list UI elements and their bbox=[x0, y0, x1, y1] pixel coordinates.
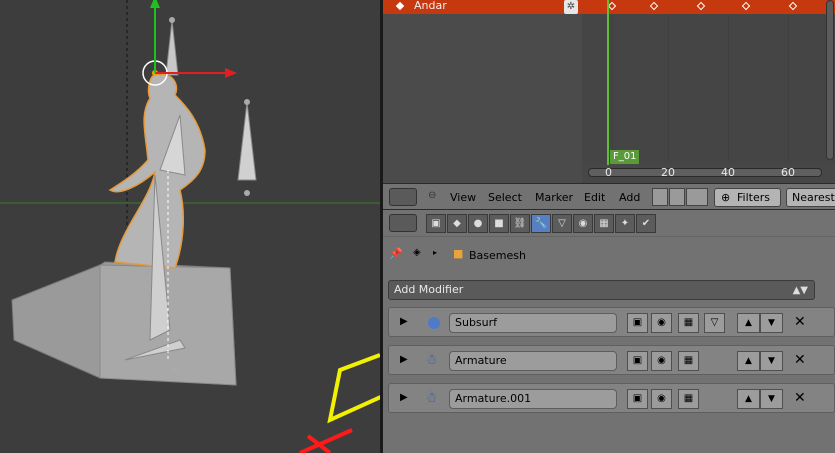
camera-icon[interactable]: ▣ bbox=[627, 313, 648, 333]
modifier-panel-armature-001[interactable]: ▶ ☃ Armature.001 ▣ ◉ ▦ ▲ ▼ ✕ bbox=[388, 383, 835, 413]
frame-ruler[interactable]: 0 20 40 60 bbox=[582, 164, 835, 183]
channel-region: Andar ✲ bbox=[383, 0, 582, 183]
eye-icon[interactable]: ◉ bbox=[651, 351, 672, 371]
menu-view[interactable]: View bbox=[450, 191, 476, 204]
properties-editor[interactable]: ▣ ◆ ● ■ ⛓ 🔧 ▽ ◉ ▦ ✦ ✔ 📌 ◈ ▸ ■ Basemesh A… bbox=[383, 210, 835, 453]
keyframe-marker[interactable] bbox=[607, 1, 617, 11]
yellow-annotation bbox=[327, 353, 380, 424]
ruler-number: 60 bbox=[781, 166, 795, 179]
gear-icon[interactable]: ✲ bbox=[564, 0, 578, 14]
add-modifier-label: Add Modifier bbox=[394, 283, 464, 296]
close-icon[interactable]: ✕ bbox=[794, 390, 806, 406]
move-down-button[interactable]: ▼ bbox=[760, 313, 783, 333]
camera-icon[interactable]: ▣ bbox=[627, 389, 648, 409]
modifier-name-field[interactable]: Armature.001 bbox=[449, 389, 617, 409]
move-up-button[interactable]: ▲ bbox=[737, 389, 760, 409]
expand-triangle-icon[interactable]: ▶ bbox=[400, 354, 408, 365]
armature-icon: ☃ bbox=[425, 352, 438, 368]
armature-icon: ☃ bbox=[425, 390, 438, 406]
dropdown-arrows-icon: ▲▼ bbox=[792, 285, 808, 296]
camera-icon[interactable]: ▣ bbox=[627, 351, 648, 371]
menu-marker[interactable]: Marker bbox=[535, 191, 573, 204]
keyframe-marker[interactable] bbox=[649, 1, 659, 11]
keyframe-strip bbox=[582, 0, 835, 14]
tab-particles[interactable]: ✦ bbox=[615, 214, 635, 233]
keyframe-marker[interactable] bbox=[788, 1, 798, 11]
keyframe-marker[interactable] bbox=[741, 1, 751, 11]
3d-viewport[interactable] bbox=[0, 0, 380, 453]
menu-select[interactable]: Select bbox=[488, 191, 522, 204]
tab-material[interactable]: ◉ bbox=[573, 214, 593, 233]
cube-icon: ■ bbox=[453, 247, 464, 260]
plus-icon: ⊕ bbox=[721, 191, 731, 204]
keyframe-marker[interactable] bbox=[696, 1, 706, 11]
tab-scene[interactable]: ◆ bbox=[447, 214, 467, 233]
head-bone bbox=[165, 19, 179, 76]
filters-label: Filters bbox=[737, 191, 770, 204]
tab-modifiers[interactable]: 🔧 bbox=[531, 214, 551, 233]
menu-add[interactable]: Add bbox=[619, 191, 640, 204]
collapse-icon[interactable]: ⊖ bbox=[428, 190, 436, 201]
pointer-icon[interactable] bbox=[652, 188, 668, 206]
filters-button[interactable]: ⊕ Filters bbox=[714, 188, 781, 207]
cage-icon[interactable]: ▽ bbox=[704, 313, 725, 333]
scene-icon: ◈ bbox=[413, 247, 421, 258]
tab-texture[interactable]: ▦ bbox=[594, 214, 614, 233]
close-icon[interactable]: ✕ bbox=[794, 352, 806, 368]
tab-physics[interactable]: ✔ bbox=[636, 214, 656, 233]
eye-icon[interactable]: ◉ bbox=[651, 313, 672, 333]
chevron-right-icon: ▸ bbox=[433, 248, 438, 257]
edit-mode-icon[interactable]: ▦ bbox=[678, 351, 699, 371]
channel-row[interactable]: Andar ✲ bbox=[383, 0, 582, 14]
close-icon[interactable]: ✕ bbox=[794, 314, 806, 330]
ghost-icon[interactable] bbox=[669, 188, 685, 206]
channel-label: Andar bbox=[414, 0, 447, 12]
menu-edit[interactable]: Edit bbox=[584, 191, 605, 204]
ruler-number: 20 bbox=[661, 166, 675, 179]
move-down-button[interactable]: ▼ bbox=[760, 389, 783, 409]
frame-badge: F_01 bbox=[610, 150, 640, 164]
playhead[interactable] bbox=[607, 0, 609, 165]
vertical-scrollbar[interactable] bbox=[826, 0, 834, 160]
move-up-button[interactable]: ▲ bbox=[737, 351, 760, 371]
edit-mode-icon[interactable]: ▦ bbox=[678, 389, 699, 409]
channel-expand-icon[interactable] bbox=[395, 1, 405, 11]
tab-world[interactable]: ● bbox=[468, 214, 488, 233]
interpolation-select[interactable]: Nearest bbox=[786, 188, 835, 207]
expand-triangle-icon[interactable]: ▶ bbox=[400, 392, 408, 403]
edit-mode-icon[interactable]: ▦ bbox=[678, 313, 699, 333]
modifier-panel-subsurf[interactable]: ▶ Subsurf ▣ ◉ ▦ ▽ ▲ ▼ ✕ bbox=[388, 307, 835, 337]
tab-data[interactable]: ▽ bbox=[552, 214, 572, 233]
eye-icon[interactable]: ◉ bbox=[651, 389, 672, 409]
ruler-number: 40 bbox=[721, 166, 735, 179]
move-down-button[interactable]: ▼ bbox=[760, 351, 783, 371]
dopesheet-editor[interactable]: Andar ✲ 0 20 40 60 F_01 bbox=[383, 0, 835, 183]
pin-icon[interactable]: 📌 bbox=[389, 247, 403, 260]
move-up-button[interactable]: ▲ bbox=[737, 313, 760, 333]
tab-constraints[interactable]: ⛓ bbox=[510, 214, 530, 233]
modifier-panel-armature[interactable]: ▶ ☃ Armature ▣ ◉ ▦ ▲ ▼ ✕ bbox=[388, 345, 835, 375]
viewport-scene bbox=[0, 0, 380, 453]
tab-render[interactable]: ▣ bbox=[426, 214, 446, 233]
subsurf-icon bbox=[428, 317, 440, 329]
tab-object[interactable]: ■ bbox=[489, 214, 509, 233]
dopesheet-header: ⊖ View Select Marker Edit Add ⊕ Filters … bbox=[383, 183, 835, 210]
expand-triangle-icon[interactable]: ▶ bbox=[400, 316, 408, 327]
add-modifier-dropdown[interactable]: Add Modifier ▲▼ bbox=[388, 280, 815, 300]
modifier-name-field[interactable]: Subsurf bbox=[449, 313, 617, 333]
editor-type-selector[interactable] bbox=[389, 188, 417, 206]
properties-tabs: ▣ ◆ ● ■ ⛓ 🔧 ▽ ◉ ▦ ✦ ✔ bbox=[383, 210, 835, 237]
ruler-number: 0 bbox=[605, 166, 612, 179]
ik-bone bbox=[237, 101, 257, 181]
breadcrumb-object: Basemesh bbox=[469, 249, 526, 262]
modifier-name-field[interactable]: Armature bbox=[449, 351, 617, 371]
keyframe-type-icon[interactable] bbox=[686, 188, 708, 206]
editor-type-selector[interactable] bbox=[389, 214, 417, 232]
